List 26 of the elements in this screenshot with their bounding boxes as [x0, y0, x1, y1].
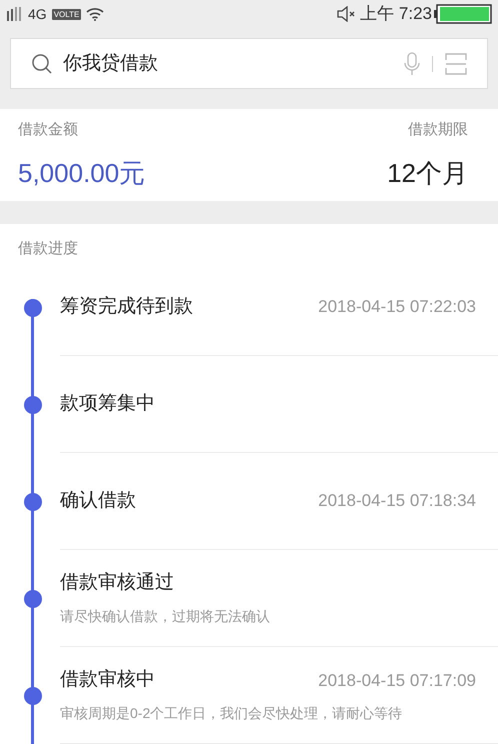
microphone-icon[interactable]: [404, 52, 420, 76]
step-title: 确认借款: [60, 488, 136, 513]
signal-icon: [6, 7, 24, 22]
step-title: 筹资完成待到款: [60, 294, 193, 319]
loan-amount: 5,000.00元: [18, 156, 146, 190]
clock: 上午 7:23: [360, 3, 432, 26]
amount-label: 借款金额: [18, 120, 79, 140]
step-title: 借款审核通过: [60, 571, 174, 596]
term-label: 借款期限: [408, 120, 468, 140]
search-field[interactable]: 你我贷借款: [10, 38, 488, 90]
wifi-icon: [86, 7, 104, 22]
loan-term: 12个月: [387, 156, 468, 190]
step-time: 2018-04-15 07:17:09: [318, 670, 476, 692]
search-text: 你我贷借款: [63, 52, 159, 76]
progress-title: 借款进度: [18, 240, 79, 257]
step-note: 审核周期是0-2个工作日，我们会尽快处理，请耐心等待: [60, 704, 404, 723]
volte-badge: VOLTE: [52, 8, 82, 20]
search-icon: [31, 52, 53, 75]
scan-icon[interactable]: [445, 52, 467, 75]
step-note: 请尽快确认借款，过期将无法确认: [60, 606, 271, 626]
network-type: 4G: [28, 4, 47, 24]
step-time: 2018-04-15 07:22:03: [318, 296, 476, 318]
step-time: 2018-04-15 07:18:34: [318, 490, 476, 512]
step-title: 款项筹集中: [60, 392, 155, 416]
step-title: 借款审核中: [60, 668, 155, 692]
battery-icon: [434, 4, 492, 24]
